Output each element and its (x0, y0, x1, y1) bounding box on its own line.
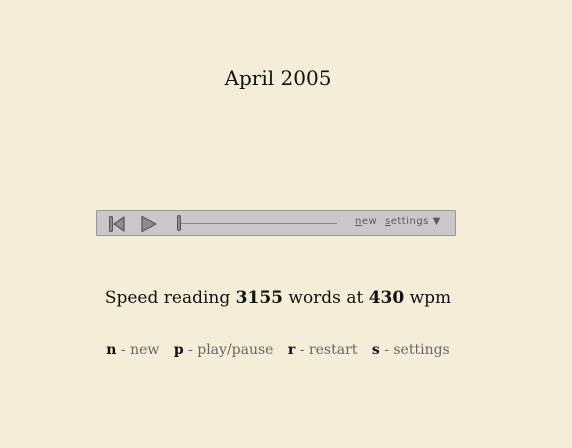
current-word-display: April 2005 (224, 66, 332, 90)
new-link[interactable]: new (355, 216, 377, 227)
settings-dropdown[interactable]: settings ▼ (385, 216, 441, 227)
shortcut-settings: s - settings (372, 342, 450, 358)
reader-control-bar: new settings ▼ (96, 210, 456, 236)
shortcut-desc: - settings (384, 342, 450, 358)
shortcut-key: p (173, 342, 184, 358)
status-middle: words at (288, 288, 364, 308)
shortcut-desc: - new (120, 342, 160, 358)
shortcut-restart: r - restart (288, 342, 357, 358)
status-prefix: Speed reading (104, 288, 231, 308)
progress-handle[interactable] (177, 215, 181, 231)
word-count: 3155 (235, 288, 283, 308)
progress-track[interactable] (177, 223, 337, 224)
play-icon[interactable] (140, 215, 158, 233)
shortcut-key: n (106, 342, 117, 358)
status-line: Speed reading 3155 words at 430 wpm (0, 288, 556, 308)
skip-to-start-icon[interactable] (108, 215, 126, 233)
keyboard-shortcuts: n - new p - play/pause r - restart s - s… (0, 342, 556, 358)
new-link-rest: ew (361, 216, 378, 227)
status-suffix: wpm (409, 288, 452, 308)
shortcut-key: s (371, 342, 380, 358)
shortcut-desc: - play/pause (188, 342, 274, 358)
new-link-accesskey: n (355, 216, 362, 227)
shortcut-play-pause: p - play/pause (174, 342, 274, 358)
settings-link-rest: ettings (390, 216, 429, 227)
chevron-down-icon: ▼ (432, 216, 441, 227)
shortcut-key: r (287, 342, 296, 358)
wpm-value: 430 (368, 288, 405, 308)
shortcut-desc: - restart (299, 342, 358, 358)
shortcut-new: n - new (106, 342, 159, 358)
